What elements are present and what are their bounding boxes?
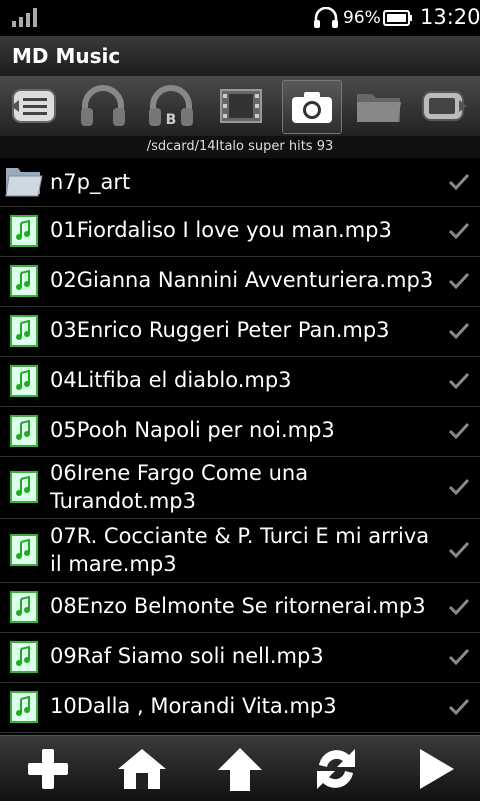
list-item-folder[interactable]: n7p_art [0,158,480,207]
folder-icon [5,168,43,197]
albums-button[interactable]: B [142,82,200,130]
shuffle-button[interactable] [308,744,364,794]
home-icon [118,749,166,789]
music-file-icon [10,591,38,623]
up-button[interactable] [212,744,268,794]
app-title: MD Music [12,44,121,68]
title-bar: MD Music [0,36,480,77]
list-item-label: 08Enzo Belmonte Se ritornerai.mp3 [50,594,426,618]
headphones-icon [314,7,338,28]
toolbar: B [0,76,480,136]
list-icon [11,89,56,123]
play-icon [420,749,454,789]
photos-button[interactable] [282,80,342,134]
artists-button[interactable] [74,82,132,130]
music-file-icon [10,534,38,566]
music-file-icon [10,691,38,723]
headphones-icon [81,85,125,126]
checkmark-icon[interactable] [448,597,470,617]
list-item[interactable]: 04Litfiba el diablo.mp3 [0,356,480,407]
current-path: /sdcard/14Italo super hits 93 [0,136,480,158]
list-item[interactable]: 10Dalla , Morandi Vita.mp3 [0,682,480,733]
list-item-label: 02Gianna Nannini Avventuriera.mp3 [50,268,434,292]
exit-icon [422,91,467,121]
list-item[interactable]: 05Pooh Napoli per noi.mp3 [0,406,480,457]
battery-icon [383,10,412,26]
music-file-icon [10,315,38,347]
list-item-label: 10Dalla , Morandi Vita.mp3 [50,694,337,718]
music-file-icon [10,641,38,673]
clock: 13:20 [420,5,480,29]
list-view-button[interactable] [4,82,62,130]
checkmark-icon[interactable] [448,172,470,192]
exit-button[interactable] [416,82,474,130]
list-item-label: 07R. Cocciante & P. Turci E mi arriva il… [50,524,430,576]
signal-icon [12,8,37,27]
camera-icon [292,92,332,123]
list-item-label: 09Raf Siamo soli nell.mp3 [50,644,324,668]
video-icon [220,89,262,123]
list-item-label: 05Pooh Napoli per noi.mp3 [50,418,335,442]
list-item[interactable]: 02Gianna Nannini Avventuriera.mp3 [0,256,480,307]
folder-icon [357,94,401,122]
music-file-icon [10,215,38,247]
checkmark-icon[interactable] [448,647,470,667]
play-button[interactable] [408,744,464,794]
svg-text:B: B [166,112,177,128]
list-item[interactable]: 03Enrico Ruggeri Peter Pan.mp3 [0,306,480,357]
video-button[interactable] [212,82,270,130]
music-file-icon [10,265,38,297]
music-file-icon [10,365,38,397]
up-arrow-icon [218,748,262,791]
checkmark-icon[interactable] [448,540,470,560]
list-item-label: 04Litfiba el diablo.mp3 [50,368,292,392]
list-item-label: 03Enrico Ruggeri Peter Pan.mp3 [50,318,390,342]
checkmark-icon[interactable] [448,271,470,291]
file-list: n7p_art 01Fiordaliso I love you man.mp3 … [0,158,480,735]
list-item-label: 06Irene Fargo Come una Turandot.mp3 [50,461,309,513]
list-item-label: n7p_art [50,170,131,194]
files-button[interactable] [350,82,408,130]
checkmark-icon[interactable] [448,421,470,441]
home-button[interactable] [114,744,170,794]
add-icon [28,749,68,789]
music-file-icon [10,415,38,447]
shuffle-icon [317,749,355,789]
checkmark-icon[interactable] [448,697,470,717]
add-button[interactable] [20,744,76,794]
list-item[interactable]: 08Enzo Belmonte Se ritornerai.mp3 [0,582,480,633]
list-item-label: 01Fiordaliso I love you man.mp3 [50,218,392,242]
music-file-icon [10,471,38,503]
list-item[interactable]: 07R. Cocciante & P. Turci E mi arriva il… [0,518,480,583]
status-bar: 96% 13:20 [0,0,480,36]
list-item[interactable]: 01Fiordaliso I love you man.mp3 [0,206,480,257]
checkmark-icon[interactable] [448,321,470,341]
headphones-b-icon: B [149,85,193,128]
bottom-bar [0,735,480,801]
checkmark-icon[interactable] [448,221,470,241]
battery-percent: 96% [343,8,381,28]
checkmark-icon[interactable] [448,477,470,497]
checkmark-icon[interactable] [448,371,470,391]
list-item[interactable]: 06Irene Fargo Come una Turandot.mp3 [0,456,480,519]
list-item[interactable]: 09Raf Siamo soli nell.mp3 [0,632,480,683]
